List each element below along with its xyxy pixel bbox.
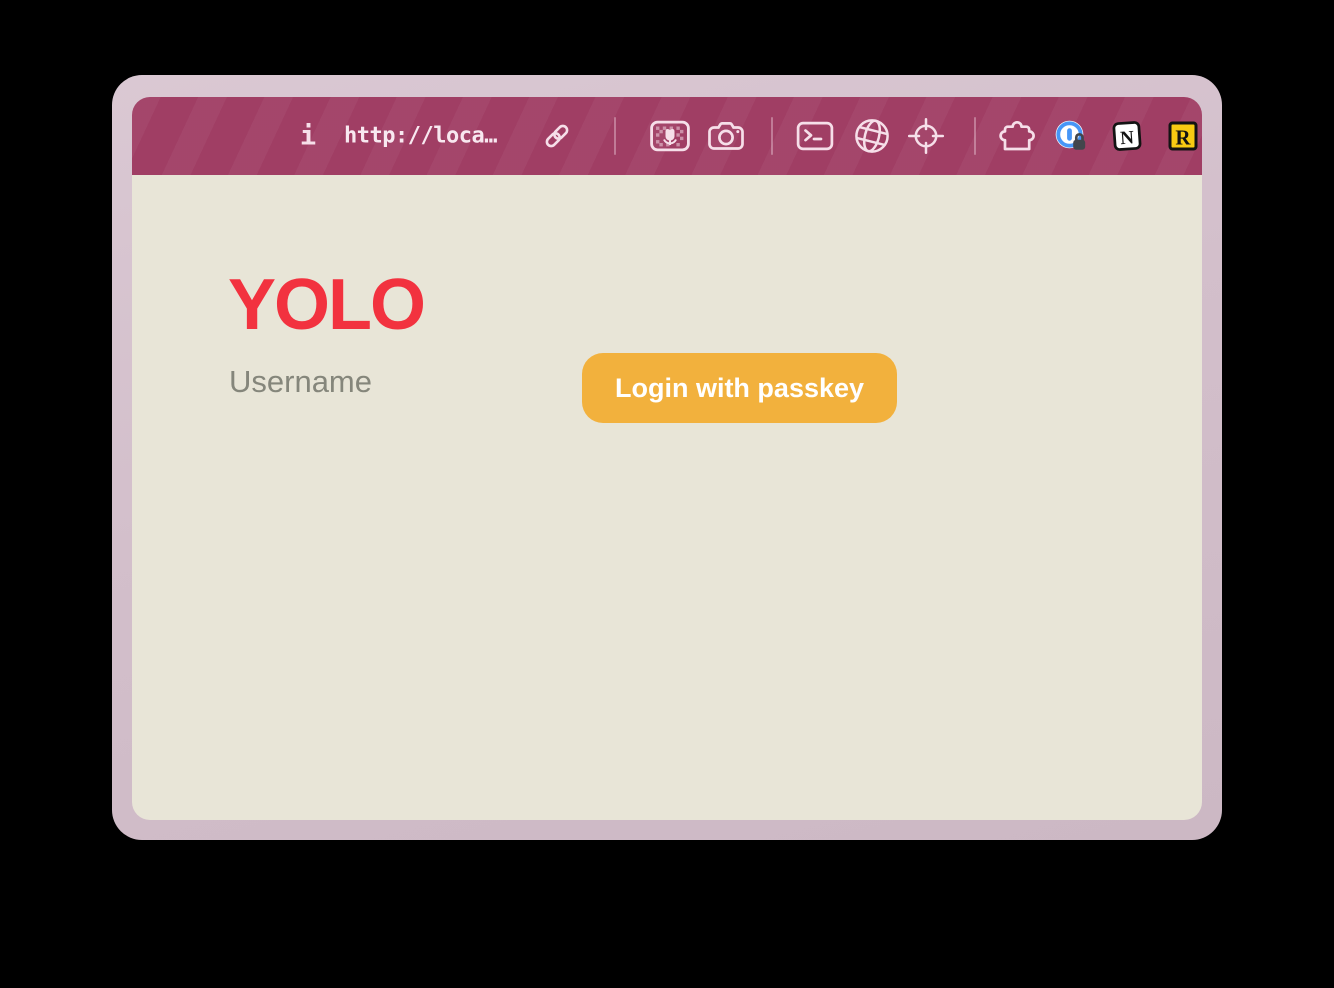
camera-icon[interactable] [706,120,746,152]
toolbar-divider [771,117,773,155]
globe-icon[interactable] [853,117,891,155]
toolbar-divider [614,117,616,155]
toolbar-divider [974,117,976,155]
link-icon[interactable] [542,121,572,151]
browser-window: i http://loca… [112,75,1222,840]
username-input[interactable] [229,364,559,400]
page-title: YOLO [228,269,424,341]
page-content: YOLO Login with passkey [132,175,1202,820]
browser-chrome: i http://loca… [132,97,1202,820]
terminal-icon[interactable] [797,122,834,151]
desktop-background: i http://loca… [0,0,1334,988]
svg-text:N: N [1120,127,1135,149]
browser-toolbar: i http://loca… [132,97,1202,175]
login-passkey-button[interactable]: Login with passkey [582,353,897,423]
onepassword-icon[interactable] [1054,120,1088,153]
crosshair-icon[interactable] [907,117,945,155]
url-text[interactable]: http://loca… [344,124,497,149]
readwise-icon[interactable]: R [1167,120,1200,153]
login-passkey-label: Login with passkey [615,373,864,404]
notion-icon[interactable]: N [1110,119,1144,153]
info-icon[interactable]: i [300,121,316,152]
puzzle-extensions-icon[interactable] [996,120,1036,152]
image-icon[interactable] [650,121,690,152]
svg-text:R: R [1175,126,1191,150]
